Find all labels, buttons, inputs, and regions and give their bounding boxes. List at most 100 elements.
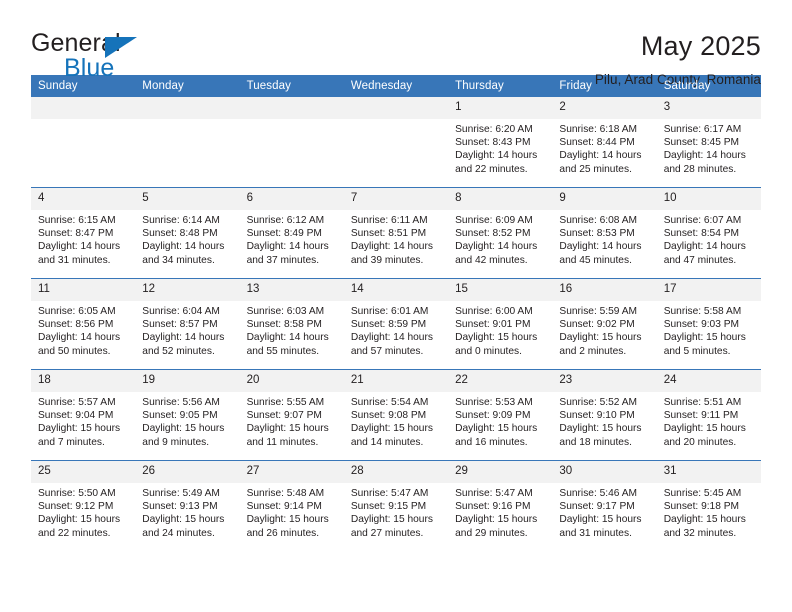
sunrise-text: Sunrise: 6:07 AM — [663, 215, 742, 226]
daylight-text: Daylight: 15 hours and 27 minutes. — [350, 514, 433, 539]
calendar-day-cell[interactable]: 21 Sunrise: 5:54 AM Sunset: 9:08 PM Dayligh… — [343, 369, 449, 461]
calendar-day-cell[interactable]: 6 Sunrise: 6:12 AM Sunset: 8:49 PM Daylight… — [239, 187, 344, 279]
sunset-text: Sunset: 8:59 PM — [350, 319, 427, 331]
calendar-day-cell[interactable]: 16 Sunrise: 5:59 AM Sunset: 9:02 PM Dayligh… — [552, 278, 657, 370]
calendar-day-cell[interactable]: 7 Sunrise: 6:11 AM Sunset: 8:51 PM Daylight… — [343, 187, 449, 279]
calendar-day-cell[interactable]: 10 Sunrise: 6:07 AM Sunset: 8:54 PM Dayligh… — [656, 187, 761, 279]
calendar-day-cell[interactable]: 31 Sunrise: 5:45 AM Sunset: 9:18 PM Dayligh… — [656, 460, 761, 551]
daylight-text: Daylight: 14 hours and 52 minutes. — [142, 332, 225, 357]
day-number: 1 — [448, 97, 553, 119]
day-sun-info: Sunrise: 6:14 AM Sunset: 8:48 PM Daylight:… — [135, 210, 239, 267]
calendar-week-row: 18 Sunrise: 5:57 AM Sunset: 9:04 PM Dayligh… — [31, 369, 761, 461]
day-number: 10 — [656, 188, 761, 210]
sunset-text: Sunset: 8:43 PM — [455, 137, 531, 149]
sunset-text: Sunset: 9:18 PM — [663, 501, 740, 513]
sunrise-text: Sunrise: 6:15 AM — [38, 215, 116, 226]
sunset-text: Sunset: 9:01 PM — [455, 319, 531, 331]
calendar-day-cell[interactable]: 25 Sunrise: 5:50 AM Sunset: 9:12 PM Dayligh… — [31, 460, 136, 551]
day-sun-info: Sunrise: 6:08 AM Sunset: 8:53 PM Daylight:… — [552, 210, 656, 267]
calendar-day-cell[interactable]: 1 Sunrise: 6:20 AM Sunset: 8:43 PM Daylight… — [448, 97, 553, 188]
day-number — [343, 97, 449, 119]
weekday-header-tuesday: Tuesday — [239, 75, 344, 97]
calendar-day-cell[interactable]: 14 Sunrise: 6:01 AM Sunset: 8:59 PM Dayligh… — [343, 278, 449, 370]
day-number — [31, 97, 136, 119]
daylight-text: Daylight: 14 hours and 47 minutes. — [663, 241, 746, 266]
day-number: 15 — [448, 279, 553, 301]
day-number: 19 — [135, 370, 240, 392]
calendar-day-cell-empty — [31, 97, 136, 188]
day-number: 3 — [656, 97, 761, 119]
daylight-text: Daylight: 14 hours and 50 minutes. — [38, 332, 121, 357]
calendar-day-cell[interactable]: 18 Sunrise: 5:57 AM Sunset: 9:04 PM Dayligh… — [31, 369, 136, 461]
day-sun-info: Sunrise: 5:57 AM Sunset: 9:04 PM Daylight:… — [31, 392, 135, 449]
daylight-text: Daylight: 15 hours and 7 minutes. — [38, 423, 121, 448]
calendar-day-cell[interactable]: 4 Sunrise: 6:15 AM Sunset: 8:47 PM Daylight… — [31, 187, 136, 279]
calendar-day-cell[interactable]: 11 Sunrise: 6:05 AM Sunset: 8:56 PM Dayligh… — [31, 278, 136, 370]
day-number: 12 — [135, 279, 240, 301]
calendar-day-cell[interactable]: 13 Sunrise: 6:03 AM Sunset: 8:58 PM Dayligh… — [239, 278, 344, 370]
day-sun-info: Sunrise: 5:51 AM Sunset: 9:11 PM Daylight:… — [657, 392, 761, 449]
sunrise-text: Sunrise: 5:51 AM — [663, 397, 742, 408]
calendar-day-cell[interactable]: 30 Sunrise: 5:46 AM Sunset: 9:17 PM Dayligh… — [552, 460, 657, 551]
calendar-day-cell[interactable]: 27 Sunrise: 5:48 AM Sunset: 9:14 PM Dayligh… — [239, 460, 344, 551]
day-sun-info: Sunrise: 5:47 AM Sunset: 9:16 PM Daylight:… — [448, 483, 552, 540]
calendar-day-cell[interactable]: 19 Sunrise: 5:56 AM Sunset: 9:05 PM Dayligh… — [135, 369, 240, 461]
calendar-day-cell[interactable]: 20 Sunrise: 5:55 AM Sunset: 9:07 PM Dayligh… — [239, 369, 344, 461]
day-number: 29 — [448, 461, 553, 483]
sunrise-text: Sunrise: 5:57 AM — [38, 397, 116, 408]
sunrise-text: Sunrise: 6:05 AM — [38, 306, 116, 317]
calendar-day-cell[interactable]: 22 Sunrise: 5:53 AM Sunset: 9:09 PM Dayligh… — [448, 369, 553, 461]
day-sun-info: Sunrise: 5:52 AM Sunset: 9:10 PM Daylight:… — [552, 392, 656, 449]
calendar-day-cell[interactable]: 28 Sunrise: 5:47 AM Sunset: 9:15 PM Dayligh… — [343, 460, 449, 551]
day-number — [239, 97, 344, 119]
daylight-text: Daylight: 14 hours and 55 minutes. — [246, 332, 329, 357]
sunrise-text: Sunrise: 5:48 AM — [246, 488, 325, 499]
calendar-body: 1 Sunrise: 6:20 AM Sunset: 8:43 PM Daylight… — [31, 97, 761, 551]
day-number: 27 — [239, 461, 344, 483]
daylight-text: Daylight: 15 hours and 18 minutes. — [559, 423, 642, 448]
page-header: General Blue May 2025 Pilu, Arad County,… — [31, 0, 761, 87]
sunset-text: Sunset: 8:57 PM — [142, 319, 218, 331]
calendar-day-cell[interactable]: 15 Sunrise: 6:00 AM Sunset: 9:01 PM Dayligh… — [448, 278, 553, 370]
sunrise-text: Sunrise: 6:18 AM — [559, 124, 637, 135]
day-number — [135, 97, 240, 119]
calendar-day-cell[interactable]: 8 Sunrise: 6:09 AM Sunset: 8:52 PM Daylight… — [448, 187, 553, 279]
sunrise-text: Sunrise: 5:55 AM — [246, 397, 325, 408]
calendar-day-cell[interactable]: 29 Sunrise: 5:47 AM Sunset: 9:16 PM Dayligh… — [448, 460, 553, 551]
calendar-day-cell[interactable]: 17 Sunrise: 5:58 AM Sunset: 9:03 PM Dayligh… — [656, 278, 761, 370]
sunset-text: Sunset: 9:10 PM — [559, 410, 635, 422]
calendar-day-cell[interactable]: 3 Sunrise: 6:17 AM Sunset: 8:45 PM Daylight… — [656, 97, 761, 188]
day-number: 20 — [239, 370, 344, 392]
sunset-text: Sunset: 8:56 PM — [38, 319, 114, 331]
sunrise-text: Sunrise: 5:45 AM — [663, 488, 742, 499]
day-number: 18 — [31, 370, 136, 392]
sunset-text: Sunset: 8:48 PM — [142, 228, 218, 240]
sunset-text: Sunset: 9:13 PM — [142, 501, 218, 513]
day-sun-info: Sunrise: 6:01 AM Sunset: 8:59 PM Daylight:… — [344, 301, 448, 358]
calendar-day-cell[interactable]: 9 Sunrise: 6:08 AM Sunset: 8:53 PM Daylight… — [552, 187, 657, 279]
day-number: 25 — [31, 461, 136, 483]
calendar-week-row: 11 Sunrise: 6:05 AM Sunset: 8:56 PM Dayligh… — [31, 278, 761, 370]
brand-logo[interactable]: General Blue — [31, 28, 221, 84]
sunset-text: Sunset: 8:49 PM — [246, 228, 322, 240]
day-sun-info: Sunrise: 6:09 AM Sunset: 8:52 PM Daylight:… — [448, 210, 552, 267]
daylight-text: Daylight: 15 hours and 16 minutes. — [455, 423, 538, 448]
day-number: 7 — [343, 188, 449, 210]
sunrise-text: Sunrise: 6:00 AM — [455, 306, 533, 317]
sunset-text: Sunset: 9:02 PM — [559, 319, 635, 331]
day-sun-info: Sunrise: 5:55 AM Sunset: 9:07 PM Daylight:… — [240, 392, 344, 449]
sunrise-text: Sunrise: 6:11 AM — [350, 215, 428, 226]
calendar-day-cell[interactable]: 26 Sunrise: 5:49 AM Sunset: 9:13 PM Dayligh… — [135, 460, 240, 551]
calendar-day-cell[interactable]: 12 Sunrise: 6:04 AM Sunset: 8:57 PM Dayligh… — [135, 278, 240, 370]
calendar-day-cell[interactable]: 23 Sunrise: 5:52 AM Sunset: 9:10 PM Dayligh… — [552, 369, 657, 461]
calendar-day-cell[interactable]: 2 Sunrise: 6:18 AM Sunset: 8:44 PM Daylight… — [552, 97, 657, 188]
sunset-text: Sunset: 9:14 PM — [246, 501, 322, 513]
calendar-day-cell[interactable]: 5 Sunrise: 6:14 AM Sunset: 8:48 PM Daylight… — [135, 187, 240, 279]
sunset-text: Sunset: 9:11 PM — [663, 410, 739, 422]
day-number: 24 — [656, 370, 761, 392]
calendar-day-cell[interactable]: 24 Sunrise: 5:51 AM Sunset: 9:11 PM Dayligh… — [656, 369, 761, 461]
day-number: 31 — [656, 461, 761, 483]
calendar-day-cell-empty — [239, 97, 344, 188]
day-number: 2 — [552, 97, 657, 119]
day-sun-info: Sunrise: 5:58 AM Sunset: 9:03 PM Daylight:… — [657, 301, 761, 358]
